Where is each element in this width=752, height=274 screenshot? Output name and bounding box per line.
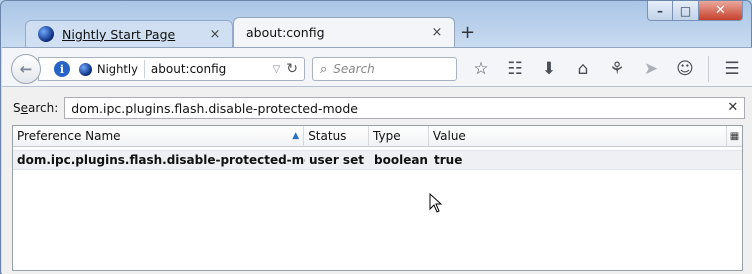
tab-about-config[interactable]: about:config × xyxy=(233,17,455,47)
tab-title: about:config xyxy=(246,25,325,40)
navigation-toolbar: i Nightly about:config ▽ ↻ ← ⌕ Search ☆ … xyxy=(2,47,752,87)
toolbar-icons: ☆ ☷ ⬇ ⌂ ⚘ ➤ ☺ ☰ xyxy=(464,56,749,82)
pref-value-cell: true xyxy=(434,153,463,167)
tab-close-button[interactable]: × xyxy=(208,27,222,42)
config-search-row: Search: dom.ipc.plugins.flash.disable-pr… xyxy=(13,97,746,119)
new-tab-button[interactable]: + xyxy=(460,22,475,43)
minimize-icon: – xyxy=(657,3,663,18)
identity-box[interactable]: Nightly xyxy=(79,60,145,78)
table-row[interactable]: dom.ipc.plugins.flash.disable-protected-… xyxy=(13,150,742,170)
nightly-logo-icon xyxy=(38,26,54,42)
search-bar[interactable]: ⌕ Search xyxy=(312,57,457,81)
sort-ascending-icon: ▲ xyxy=(292,131,300,141)
identity-label: Nightly xyxy=(97,62,138,76)
search-icon: ⌕ xyxy=(320,61,328,77)
share-icon[interactable]: ➤ xyxy=(634,56,668,82)
clear-filter-icon[interactable]: ✕ xyxy=(727,100,738,115)
social-icon[interactable]: ⚘ xyxy=(600,56,634,82)
url-text[interactable]: about:config xyxy=(151,62,273,76)
tab-close-button[interactable]: × xyxy=(430,25,444,40)
reading-list-icon[interactable]: ☷ xyxy=(498,56,532,82)
bookmark-star-icon[interactable]: ☆ xyxy=(464,56,498,82)
pref-status-cell: user set xyxy=(309,153,364,167)
page-info-icon[interactable]: i xyxy=(54,61,70,77)
hello-icon[interactable]: ☺ xyxy=(668,56,702,82)
nightly-logo-icon xyxy=(79,62,92,76)
maximize-icon: □ xyxy=(679,3,692,18)
home-icon[interactable]: ⌂ xyxy=(566,56,600,82)
reload-icon[interactable]: ↻ xyxy=(286,61,298,77)
pref-type-cell: boolean xyxy=(374,153,428,167)
tab-nightly-start-page[interactable]: Nightly Start Page × xyxy=(25,20,233,47)
column-header-status[interactable]: Status xyxy=(304,126,370,147)
column-header-type[interactable]: Type xyxy=(369,126,429,147)
tab-strip: Nightly Start Page × about:config × + xyxy=(11,17,731,47)
column-header-preference-name[interactable]: Preference Name ▲ xyxy=(13,126,305,147)
config-filter-value[interactable]: dom.ipc.plugins.flash.disable-protected-… xyxy=(71,101,358,116)
back-button[interactable]: ← xyxy=(11,54,41,84)
close-icon: ✕ xyxy=(715,3,726,18)
downloads-icon[interactable]: ⬇ xyxy=(532,56,566,82)
column-picker-icon[interactable]: ▦ xyxy=(726,126,742,147)
tab-title: Nightly Start Page xyxy=(62,26,176,42)
menu-icon[interactable]: ☰ xyxy=(715,56,749,82)
url-bar[interactable]: i Nightly about:config ▽ ↻ xyxy=(38,57,305,81)
toolbar-separator xyxy=(708,56,709,82)
pref-name-cell: dom.ipc.plugins.flash.disable-protected-… xyxy=(17,153,305,167)
history-dropdown-icon[interactable]: ▽ xyxy=(273,64,281,75)
config-filter-input[interactable]: dom.ipc.plugins.flash.disable-protected-… xyxy=(64,97,746,119)
column-header-value[interactable]: Value xyxy=(429,126,726,147)
about-config-page: Search: dom.ipc.plugins.flash.disable-pr… xyxy=(2,87,752,274)
preferences-table: Preference Name ▲ Status Type Value ▦ do… xyxy=(12,125,743,271)
config-search-label: Search: xyxy=(13,101,59,115)
browser-window: – □ ✕ Nightly Start Page × about:config … xyxy=(0,0,752,274)
table-header: Preference Name ▲ Status Type Value ▦ xyxy=(13,126,742,147)
search-placeholder: Search xyxy=(333,62,375,76)
mouse-cursor-icon xyxy=(429,193,443,213)
back-arrow-icon: ← xyxy=(19,60,33,78)
